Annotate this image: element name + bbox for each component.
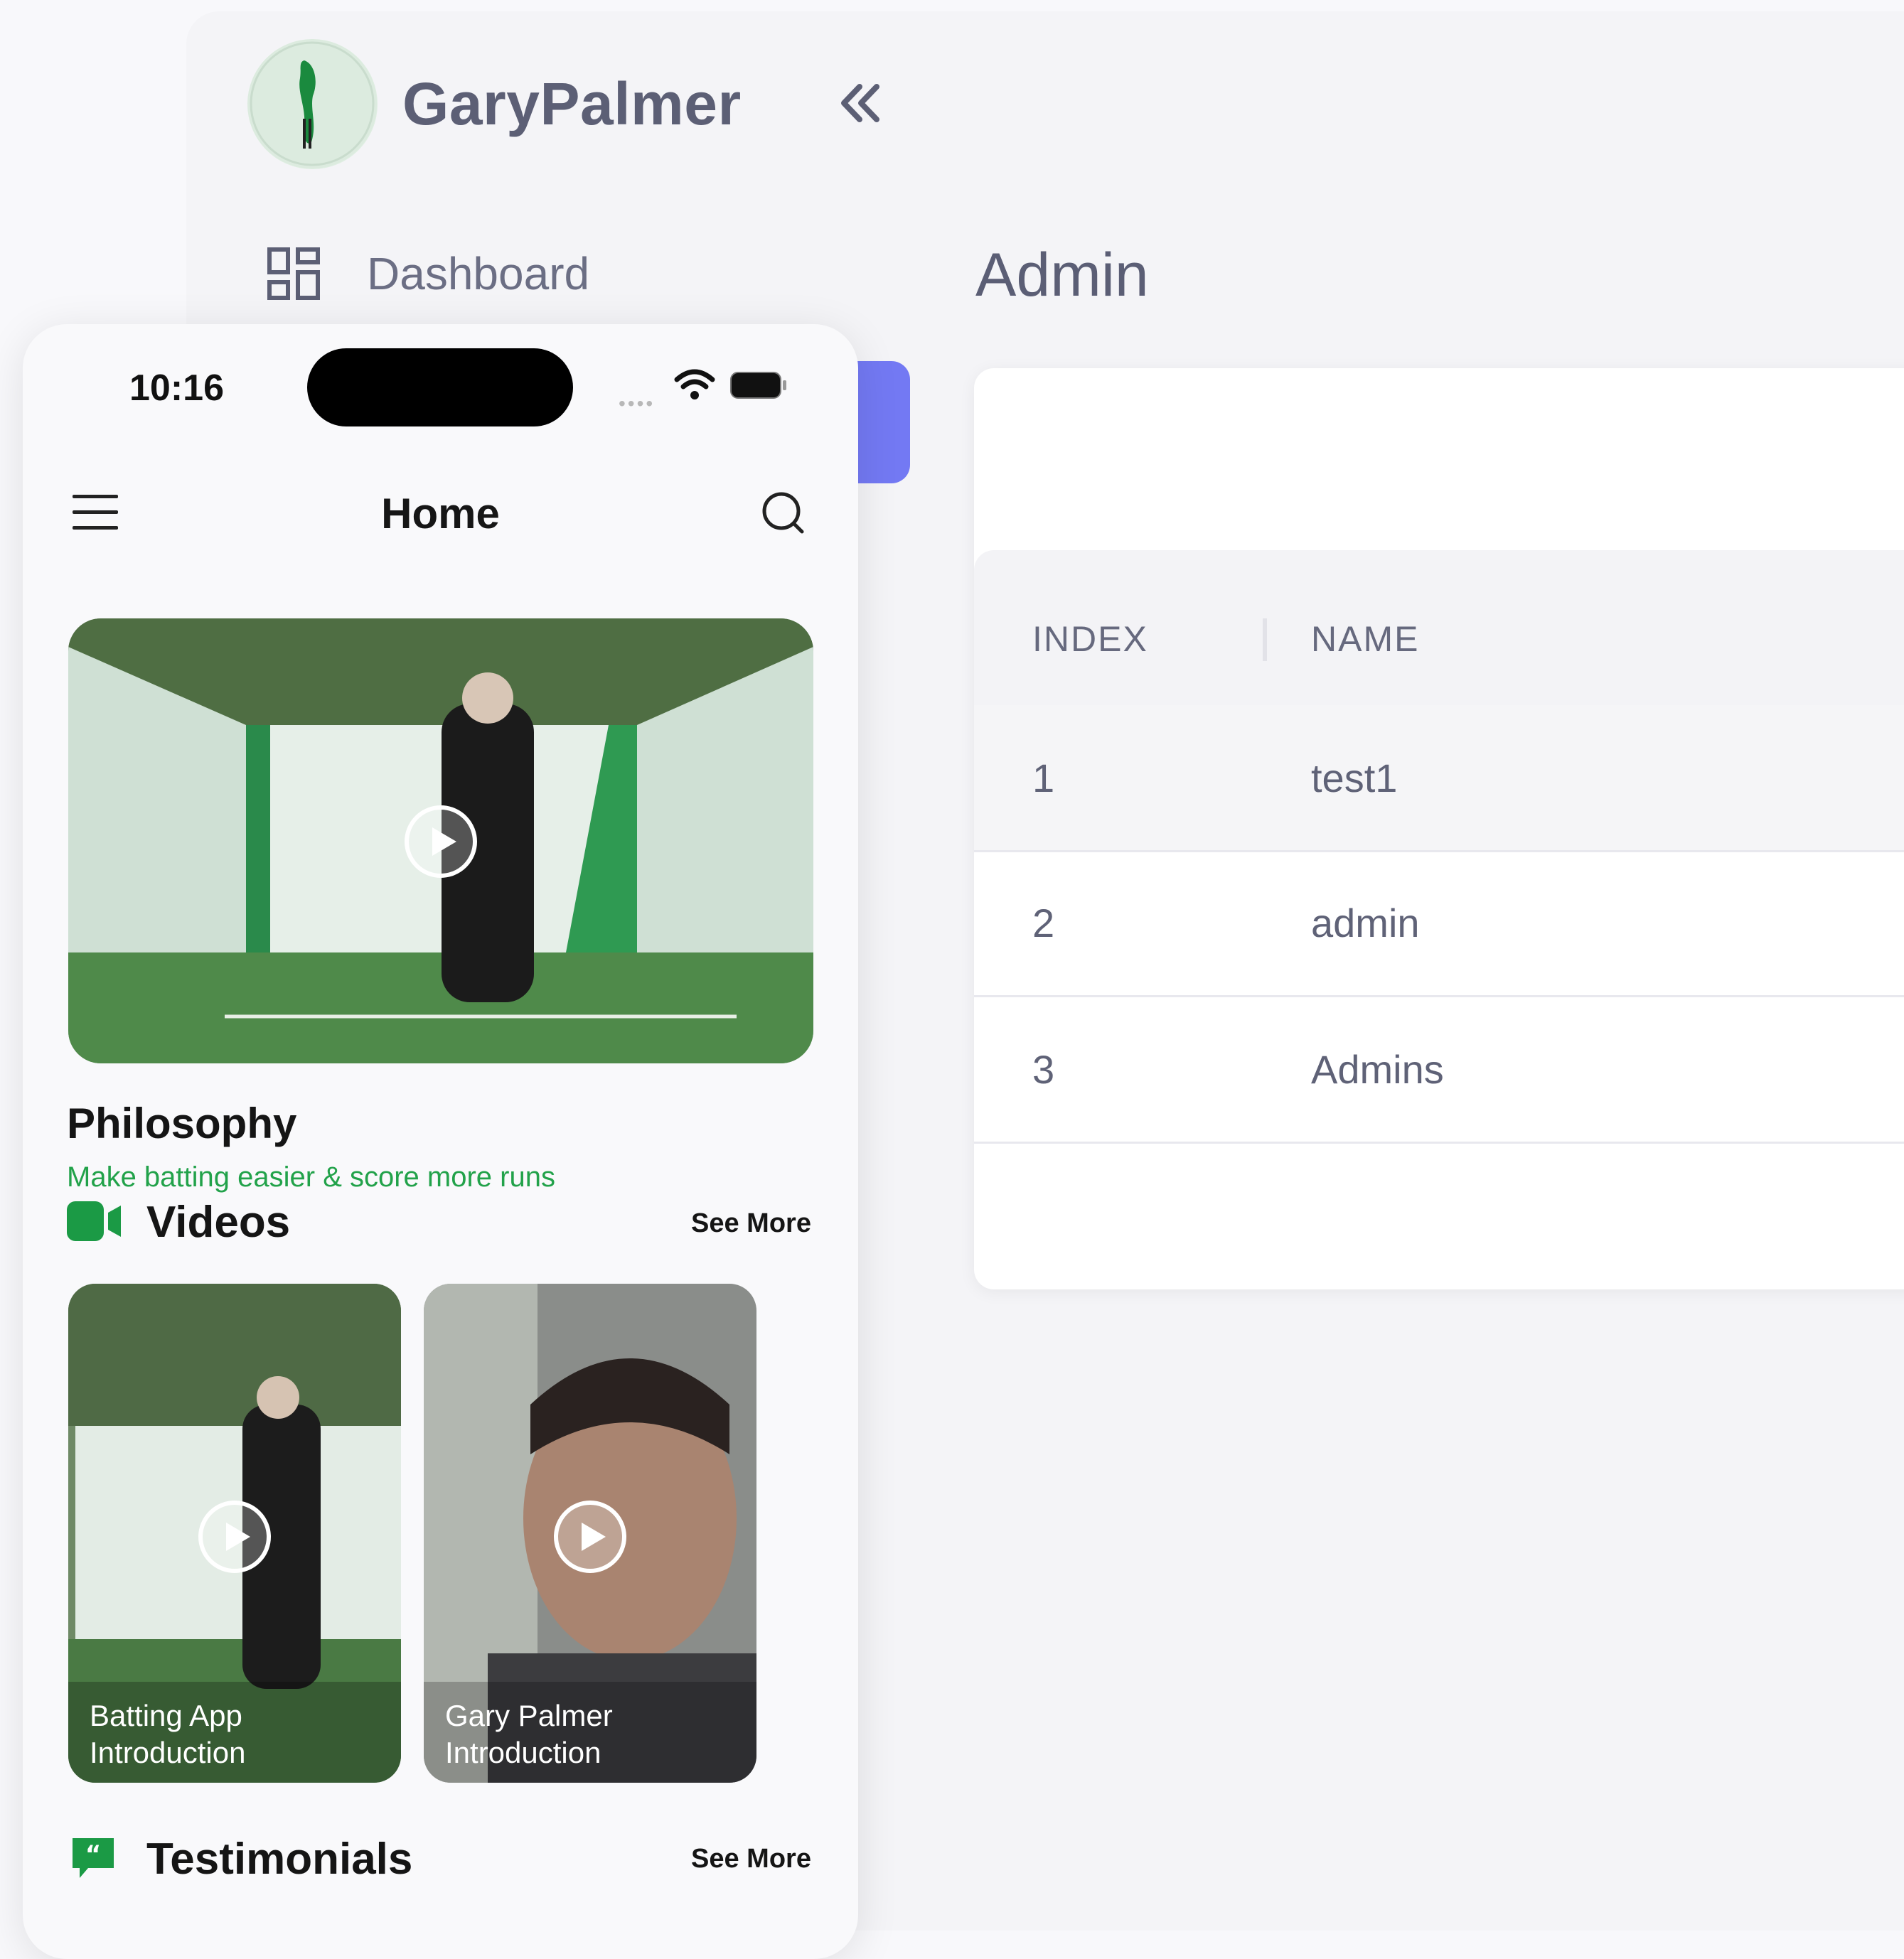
video-caption-line: Introduction: [445, 1736, 601, 1769]
column-header-index[interactable]: INDEX: [1032, 618, 1148, 660]
philosophy-title: Philosophy: [67, 1100, 297, 1147]
cell-name: Admins: [1311, 1047, 1444, 1092]
phone-screen: 10:16 •••• Home Philosophy Make batting …: [23, 324, 858, 1959]
collapse-sidebar-icon[interactable]: [835, 78, 885, 128]
video-caption: Batting App Introduction: [90, 1697, 388, 1771]
dynamic-island: [307, 348, 573, 426]
sidebar-item-dashboard[interactable]: Dashboard: [267, 242, 589, 306]
page-title: Admin: [975, 241, 1149, 309]
video-caption-line: Gary Palmer: [445, 1699, 613, 1732]
play-icon[interactable]: [404, 805, 478, 879]
battery-icon: [730, 372, 786, 399]
brand-logo: [247, 39, 378, 169]
video-caption: Gary Palmer Introduction: [445, 1697, 744, 1771]
play-icon[interactable]: [198, 1500, 272, 1574]
status-time: 10:16: [129, 367, 224, 409]
cell-name: test1: [1311, 756, 1398, 800]
video-caption-line: Introduction: [90, 1736, 246, 1769]
table-row[interactable]: 1 test1: [974, 705, 1904, 852]
testimonials-see-more-link[interactable]: See More: [691, 1844, 811, 1874]
table-row[interactable]: 3 Admins: [974, 997, 1904, 1144]
admin-table: INDEX NAME 1 test1 2 admin 3 Admins: [974, 368, 1904, 1289]
video-caption-line: Batting App: [90, 1699, 242, 1732]
sidebar-item-label: Dashboard: [367, 248, 590, 299]
quote-icon: “: [73, 1838, 114, 1878]
svg-text:“: “: [85, 1840, 101, 1869]
cell-index: 3: [1032, 1047, 1055, 1092]
table-header: INDEX NAME: [974, 550, 1904, 705]
cellular-signal-icon: ••••: [619, 392, 656, 414]
cell-index: 1: [1032, 756, 1055, 800]
testimonials-section-title: Testimonials: [146, 1835, 413, 1884]
video-camera-icon: [67, 1201, 121, 1241]
videos-section-title: Videos: [146, 1198, 291, 1247]
videos-see-more-link[interactable]: See More: [691, 1208, 811, 1239]
video-card[interactable]: Gary Palmer Introduction: [424, 1284, 756, 1783]
philosophy-subtitle: Make batting easier & score more runs: [67, 1161, 555, 1193]
philosophy-video[interactable]: [68, 618, 813, 1063]
page-title: Home: [381, 490, 500, 537]
cell-index: 2: [1032, 901, 1055, 945]
video-card[interactable]: Batting App Introduction: [68, 1284, 401, 1783]
cell-name: admin: [1311, 901, 1420, 945]
column-header-name[interactable]: NAME: [1311, 618, 1419, 660]
brand-name: GaryPalmer: [402, 70, 742, 137]
search-icon[interactable]: [761, 490, 805, 535]
table-row[interactable]: 2 admin: [974, 850, 1904, 997]
wifi-icon: [674, 369, 715, 399]
dashboard-icon: [267, 247, 320, 300]
column-divider: [1263, 618, 1267, 661]
play-icon[interactable]: [553, 1500, 627, 1574]
